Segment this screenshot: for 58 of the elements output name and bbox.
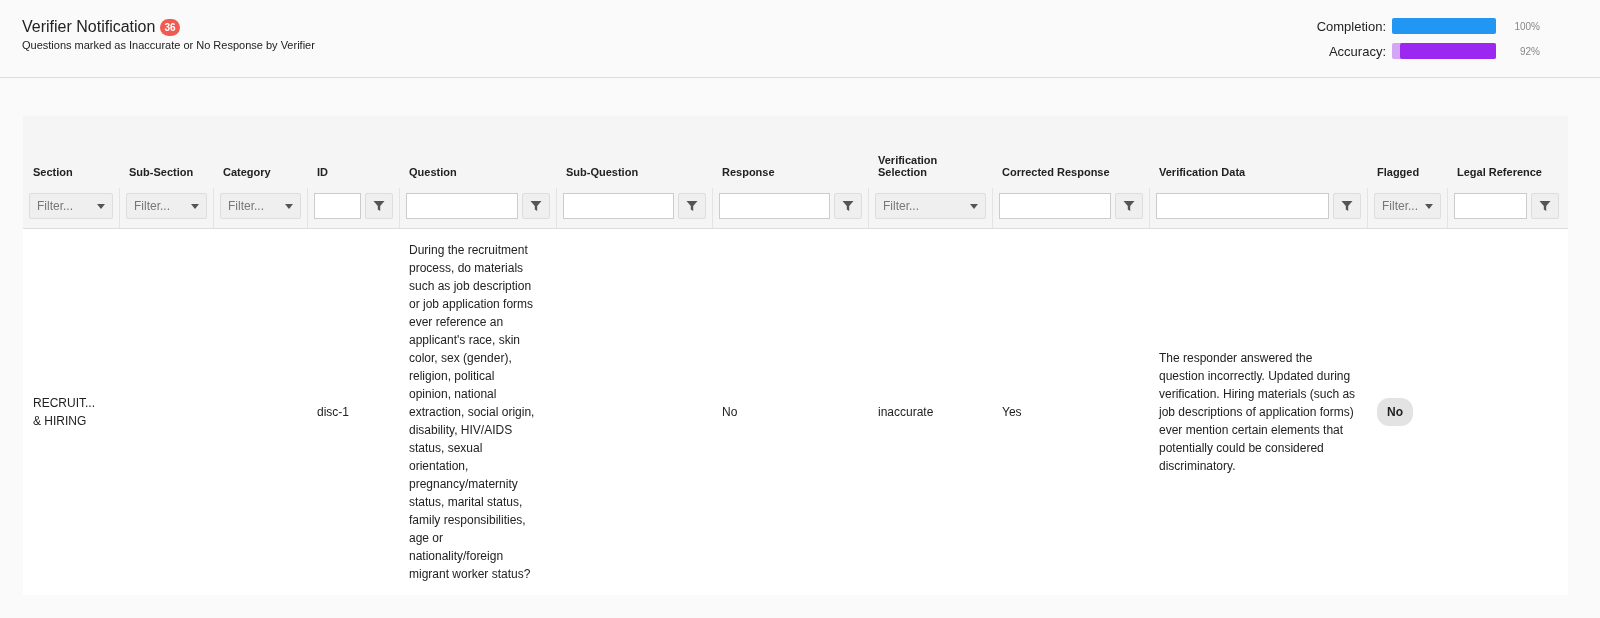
caret-icon [1425, 203, 1433, 209]
filter-input[interactable] [719, 193, 830, 219]
filter-button[interactable] [1333, 193, 1361, 219]
column-header[interactable]: Legal Reference [1457, 166, 1555, 178]
page-subtitle: Questions marked as Inaccurate or No Response by Verifier [22, 39, 315, 51]
table-cell-text: Yes [1002, 404, 1023, 421]
table-cell-text: disc-1 [317, 404, 350, 421]
filter-dropdown[interactable]: Filter... [126, 193, 207, 219]
meter-reading: 92% [1519, 45, 1540, 57]
filter-input[interactable] [1156, 193, 1329, 219]
caret-icon [285, 203, 293, 209]
filter-button[interactable] [678, 193, 706, 219]
table-cell-text: The responder answered the question incorrectly. Updated during verification. Hiring materials (such as job descriptions of application forms) ever mention certain elements that potentially could be considered discriminatory. [1159, 350, 1357, 475]
filter-dropdown[interactable]: Filter... [29, 193, 113, 219]
column-header[interactable]: Category [223, 166, 297, 178]
column-header[interactable]: Sub-Question [566, 166, 702, 178]
filter-button[interactable] [1531, 193, 1559, 219]
meter-reading: 100% [1513, 20, 1540, 32]
column-header[interactable]: Sub-Section [129, 166, 203, 178]
filter-input[interactable] [406, 193, 518, 219]
column-header[interactable]: Section [33, 166, 109, 178]
filter-icon [530, 200, 542, 212]
filter-button[interactable] [1115, 193, 1143, 219]
meter-label: Accuracy: [1328, 43, 1386, 59]
filter-input[interactable] [999, 193, 1111, 219]
filter-button[interactable] [365, 193, 393, 219]
filter-input[interactable] [1454, 193, 1527, 219]
filter-icon [373, 200, 385, 212]
column-header[interactable]: Question [409, 166, 546, 178]
filter-icon [1341, 200, 1353, 212]
filter-icon [1539, 200, 1551, 212]
table-cell-text: RECRUIT... & HIRING [33, 395, 95, 430]
filter-icon [1123, 200, 1135, 212]
filter-dropdown[interactable]: Filter... [1374, 193, 1441, 219]
column-header[interactable]: Verification Data [1159, 166, 1357, 178]
filter-input[interactable] [314, 193, 361, 219]
column-header[interactable]: Flagged [1377, 166, 1437, 178]
column-header[interactable]: Response [722, 166, 858, 178]
table-cell-text: inaccurate [878, 404, 935, 421]
flag-pill: No [1377, 398, 1413, 426]
caret-icon [970, 203, 978, 209]
table-cell-text: During the recruitment process, do materials such as job description or job application forms ever reference an applicant's race, skin color, sex (gender), religion, political opinion, national extraction, social origin, disability, HIV/AIDS status, sexual orientation, pregnancy/maternity status, marital status, family responsibilities, age or nationality/foreign migrant worker status? [409, 242, 536, 583]
caret-icon [97, 203, 105, 209]
column-header[interactable]: Corrected Response [1002, 166, 1139, 178]
filter-icon [686, 200, 698, 212]
filter-input[interactable] [563, 193, 674, 219]
filter-button[interactable] [834, 193, 862, 219]
filter-dropdown[interactable]: Filter... [220, 193, 301, 219]
filter-icon [842, 200, 854, 212]
filter-dropdown[interactable]: Filter... [875, 193, 986, 219]
page-title: Verifier Notification [22, 18, 156, 36]
count-badge: 36 [160, 18, 180, 36]
column-header[interactable]: ID [317, 166, 389, 178]
caret-icon [191, 203, 199, 209]
table-cell-text: No [722, 404, 739, 421]
meter-label: Completion: [1316, 18, 1386, 34]
column-header[interactable]: Verification Selection [878, 154, 982, 178]
filter-button[interactable] [522, 193, 550, 219]
